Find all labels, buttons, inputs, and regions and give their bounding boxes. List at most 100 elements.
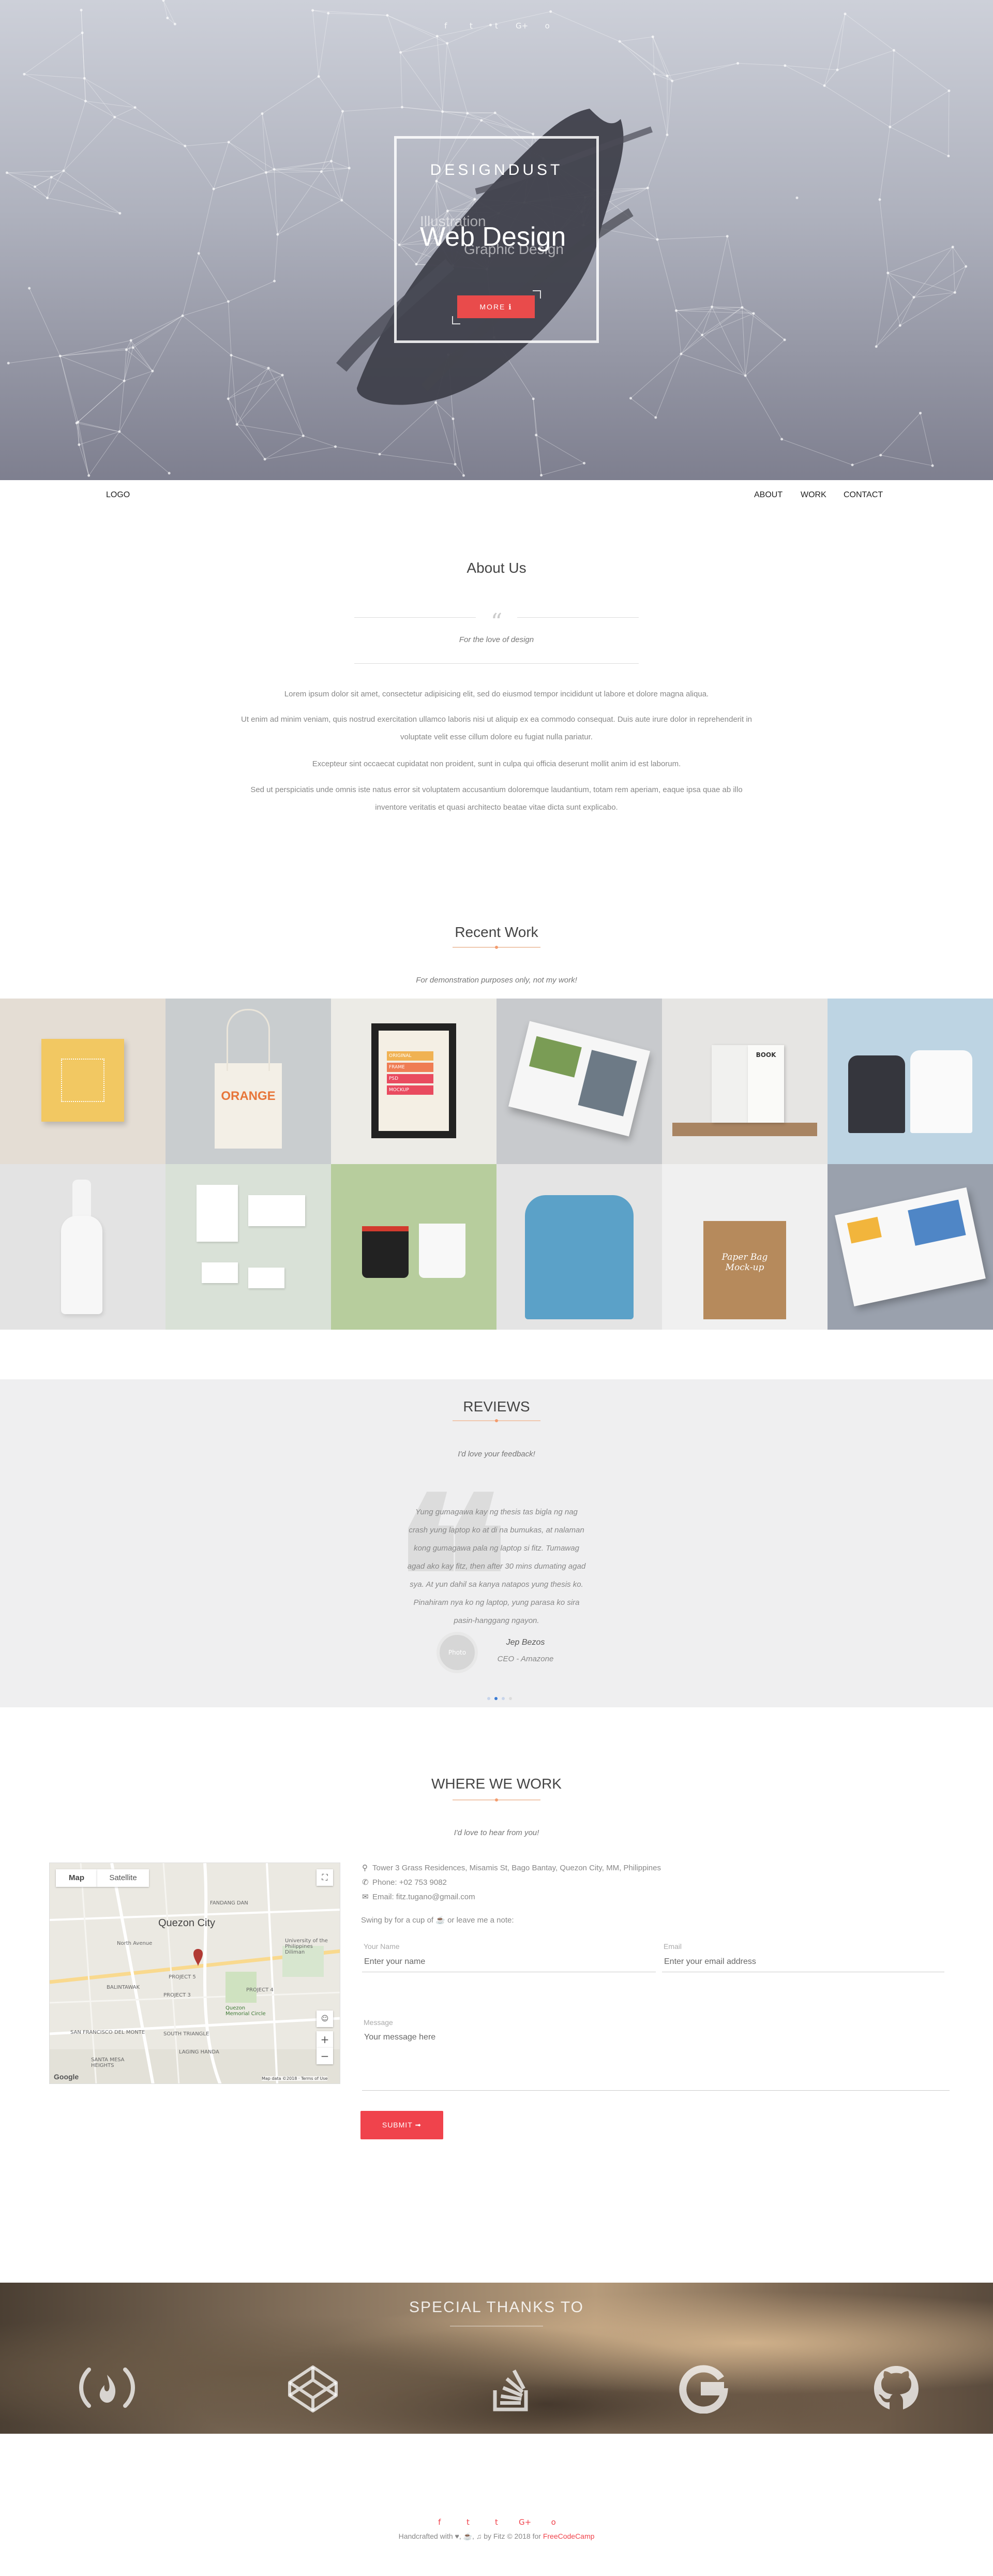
google-icon[interactable] xyxy=(670,2362,738,2414)
codepen-icon[interactable] xyxy=(279,2362,347,2414)
network-node xyxy=(741,306,744,309)
network-line xyxy=(667,63,738,77)
network-line xyxy=(126,315,183,350)
network-node xyxy=(264,171,267,174)
review-line: Pinahiram nya ko ng laptop, yung parasa … xyxy=(413,1598,580,1607)
network-node xyxy=(311,9,314,12)
work-tile-poster-frame[interactable]: ORIGINAL FRAME PSD MOCKUP xyxy=(331,999,496,1164)
pegman-icon[interactable]: ☺ xyxy=(317,2011,333,2027)
nav-link-work[interactable]: WORK xyxy=(801,490,826,500)
book-title: BOOK xyxy=(756,1051,776,1059)
network-node xyxy=(953,291,956,294)
network-node xyxy=(162,0,165,2)
network-line xyxy=(7,170,64,173)
nav-logo[interactable]: LOGO xyxy=(106,490,130,500)
network-line xyxy=(745,339,785,376)
work-tile-magazine[interactable] xyxy=(496,999,662,1164)
network-node xyxy=(261,112,264,115)
work-tile-blue-tshirt[interactable] xyxy=(496,1164,662,1330)
carousel-dot-3[interactable] xyxy=(502,1697,505,1700)
facebook-icon[interactable]: f xyxy=(437,21,455,31)
thanks-title: SPECIAL THANKS TO xyxy=(409,2299,584,2316)
instagram-icon[interactable]: o xyxy=(540,2518,566,2527)
message-textarea[interactable] xyxy=(362,2029,950,2091)
more-button[interactable]: MORE ℹ xyxy=(457,295,535,318)
submit-button[interactable]: SUBMIT ➟ xyxy=(360,2111,443,2139)
network-node xyxy=(50,175,53,178)
network-line xyxy=(236,424,265,459)
work-tile-orange-box[interactable] xyxy=(0,999,166,1164)
work-tile-tote-bag[interactable]: ORANGE xyxy=(166,999,331,1164)
twitter-icon[interactable]: t xyxy=(455,2518,481,2527)
network-node xyxy=(80,8,83,11)
map-tab-satellite[interactable]: Satellite xyxy=(97,1869,149,1887)
network-line xyxy=(702,306,713,335)
box-mockup xyxy=(41,1039,124,1122)
poster-line-1: ORIGINAL xyxy=(387,1051,433,1061)
work-tile-mugs[interactable] xyxy=(331,1164,496,1330)
title-underline-dot xyxy=(495,946,498,949)
network-line xyxy=(894,50,950,91)
zoom-out-button[interactable]: − xyxy=(317,2048,333,2064)
network-line xyxy=(231,355,269,368)
work-tile-tshirts[interactable] xyxy=(828,999,993,1164)
network-node xyxy=(334,445,337,448)
freecodecamp-link[interactable]: FreeCodeCamp xyxy=(543,2532,595,2540)
map-tab-map[interactable]: Map xyxy=(56,1869,97,1887)
reviewer-avatar: Photo xyxy=(437,1632,478,1673)
freecodecamp-icon[interactable] xyxy=(73,2362,141,2414)
github-icon[interactable] xyxy=(863,2362,930,2414)
nav-link-about[interactable]: ABOUT xyxy=(754,490,783,500)
network-line xyxy=(228,355,232,399)
work-tile-book-shelf[interactable]: BOOK xyxy=(662,999,828,1164)
work-tile-bottle[interactable] xyxy=(0,1164,166,1330)
carousel-dot-2[interactable] xyxy=(494,1697,498,1700)
network-line xyxy=(85,100,136,108)
footer-credit-text: Handcrafted with ♥, ☕, ♫ by Fitz © 2018 … xyxy=(398,2532,543,2540)
phone-icon: ✆ xyxy=(362,1878,369,1887)
network-node xyxy=(535,434,538,437)
work-tile-brochure[interactable] xyxy=(828,1164,993,1330)
google-map[interactable]: Map Satellite ⛶ + − ☺ Quezon City FANDAN… xyxy=(49,1863,340,2084)
network-node xyxy=(736,62,740,65)
network-node xyxy=(235,423,238,426)
map-footer[interactable]: Map data ©2018 · Terms of Use xyxy=(262,2076,328,2081)
network-node xyxy=(62,169,65,172)
network-node xyxy=(744,374,747,377)
network-line xyxy=(312,10,387,16)
network-node xyxy=(912,296,915,299)
fullscreen-icon[interactable]: ⛶ xyxy=(317,1869,333,1886)
zoom-in-button[interactable]: + xyxy=(317,2031,333,2048)
carousel-dot-1[interactable] xyxy=(487,1697,490,1700)
tumblr-icon[interactable]: t xyxy=(487,21,506,31)
network-line xyxy=(236,368,269,425)
network-node xyxy=(131,346,134,349)
nav-link-contact[interactable]: CONTACT xyxy=(844,490,883,500)
network-line xyxy=(29,288,61,356)
review-line: agad ako kay fitz, then after 30 mins du… xyxy=(407,1562,586,1571)
google-plus-icon[interactable]: G+ xyxy=(512,2518,538,2527)
network-node xyxy=(454,463,457,466)
google-plus-icon[interactable]: G+ xyxy=(513,21,531,31)
carousel-dot-4[interactable] xyxy=(509,1697,512,1700)
map-label: SOUTH TRIANGLE xyxy=(163,2031,209,2037)
instagram-icon[interactable]: o xyxy=(538,21,556,31)
tumblr-icon[interactable]: t xyxy=(484,2518,509,2527)
work-tile-stationery[interactable] xyxy=(166,1164,331,1330)
review-line: kong gumagawa pala ng laptop si fitz. Tu… xyxy=(414,1544,579,1553)
twitter-icon[interactable]: t xyxy=(462,21,480,31)
name-input[interactable] xyxy=(362,1952,656,1972)
network-line xyxy=(880,413,921,456)
network-node xyxy=(784,64,787,67)
envelope xyxy=(248,1195,305,1226)
network-node xyxy=(851,464,854,467)
network-line xyxy=(738,63,785,66)
network-line xyxy=(837,50,894,70)
work-tile-paper-bag[interactable]: Paper Bag Mock-up xyxy=(662,1164,828,1330)
email-input[interactable] xyxy=(662,1952,944,1972)
facebook-icon[interactable]: f xyxy=(427,2518,453,2527)
network-line xyxy=(727,236,743,308)
stackoverflow-icon[interactable] xyxy=(477,2362,544,2414)
network-line xyxy=(824,69,838,86)
network-line xyxy=(228,375,283,399)
